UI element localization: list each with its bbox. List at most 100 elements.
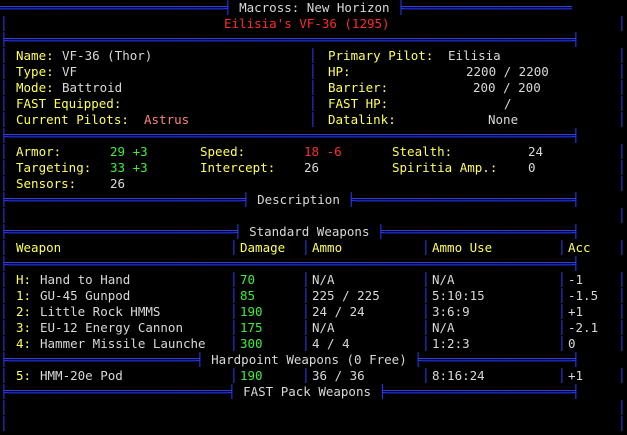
weapon-row[interactable]: │ H: Hand to Hand │ 70 │ N/A │ N/A │ -1 │ <box>0 272 627 288</box>
hp-label: HP: <box>328 64 351 79</box>
weapon-hotkey[interactable]: H: <box>16 272 31 288</box>
weapons-table-header: │ Weapon │ Damage │ Ammo │ Ammo Use │ Ac… <box>0 240 626 255</box>
weapon-ammo-use: N/A <box>432 272 455 287</box>
targeting-label: Targeting: <box>16 160 92 175</box>
weapon-damage: 190 <box>240 368 263 383</box>
name-label: Name: <box>16 48 54 63</box>
sensors-label: Sensors: <box>16 176 77 191</box>
weapon-accuracy: -1.5 <box>568 288 599 303</box>
mode-value: Battroid <box>62 80 123 95</box>
weapon-accuracy: 0 <box>568 336 576 351</box>
weapon-damage: 70 <box>240 272 256 287</box>
weapon-hotkey[interactable]: 5: <box>16 368 31 384</box>
weapon-ammo: N/A <box>312 320 335 335</box>
weapon-ammo-use: N/A <box>432 320 455 335</box>
datalink-value: None <box>488 112 519 127</box>
weapon-ammo: 4 / 4 <box>312 336 350 351</box>
weapon-name: EU-12 Energy Cannon <box>40 320 183 335</box>
stats-row-2: │ Targeting: 33 +3 Intercept: 26 Spiriti… <box>0 160 626 175</box>
weapon-row[interactable]: │ 4: Hammer Missile Launche │ 300 │ 4 / 4 │ 1:2:… <box>0 336 627 352</box>
weapon-name: Little Rock HMMS <box>40 304 161 319</box>
standard-weapons-header: Standard Weapons <box>249 224 370 239</box>
info-row-type: │ Type: VF │ HP: 2200 / 2200 │ <box>0 64 626 79</box>
info-row-fast: │ FAST Equipped: │ FAST HP: / │ <box>0 96 626 111</box>
col-weapon: Weapon <box>16 240 62 255</box>
weapon-row[interactable]: │ 3: EU-12 Energy Cannon │ 175 │ N/A │ N/A │ -2.1 │ <box>0 320 627 336</box>
separator: ╞═══════════════════════════════════════… <box>0 128 580 143</box>
speed-value: 18 -6 <box>304 144 342 159</box>
blank-row: │ │ <box>0 400 626 415</box>
weapon-hotkey[interactable]: 4: <box>16 336 31 352</box>
hardpoint-weapons-header: Hardpoint Weapons (0 Free) <box>211 352 407 367</box>
weapon-name: Hand to Hand <box>40 272 131 287</box>
weapon-ammo: 24 / 24 <box>312 304 365 319</box>
datalink-label: Datalink: <box>328 112 396 127</box>
fast-pack-weapons-header: FAST Pack Weapons <box>243 384 371 399</box>
weapon-damage: 175 <box>240 320 263 335</box>
fast-hp-value: / <box>504 96 512 111</box>
weapon-damage: 190 <box>240 304 263 319</box>
intercept-value: 26 <box>304 160 320 175</box>
info-row-mode: │ Mode: Battroid │ Barrier: 200 / 200 │ <box>0 80 626 95</box>
standard-weapons-separator: ╞═══════════════════════════════════════… <box>0 224 579 240</box>
weapon-ammo-use: 5:10:15 <box>432 288 485 303</box>
game-title: Macross: New Horizon <box>239 0 390 15</box>
weapon-ammo: 225 / 225 <box>312 288 380 303</box>
hp-value: 2200 / 2200 <box>466 64 549 79</box>
mech-title: Eilisia's VF-36 (1295) <box>224 16 390 31</box>
weapon-accuracy: +1 <box>568 304 584 319</box>
weapon-ammo: 36 / 36 <box>312 368 365 383</box>
targeting-value: 33 +3 <box>110 160 148 175</box>
weapon-damage: 85 <box>240 288 256 303</box>
info-row-name: │ Name: VF-36 (Thor) │ Primary Pilot: Ei… <box>0 48 626 63</box>
separator: ╞═══════════════════════════════════════… <box>0 256 580 271</box>
stats-row-1: │ Armor: 29 +3 Speed: 18 -6 Stealth: 24 … <box>0 144 626 159</box>
weapon-name: HMM-20e Pod <box>40 368 123 383</box>
top-border: ════════════════════════════════════════… <box>0 0 572 16</box>
weapon-name: Hammer Missile Launche <box>40 336 206 351</box>
col-ammo: Ammo <box>312 240 343 255</box>
weapon-ammo: N/A <box>312 272 335 287</box>
barrier-value: 200 / 200 <box>473 80 541 95</box>
weapon-accuracy: -2.1 <box>568 320 599 335</box>
description-header[interactable]: Description <box>257 192 340 207</box>
barrier-label: Barrier: <box>328 80 389 95</box>
weapon-row[interactable]: │ 2: Little Rock HMMS │ 190 │ 24 / 24 │ 3:6:9 │ +1… <box>0 304 627 320</box>
current-pilots-value: Astrus <box>144 112 190 127</box>
armor-value: 29 +3 <box>110 144 148 159</box>
weapon-row[interactable]: │ 1: GU-45 Gunpod │ 85 │ 225 / 225 │ 5:10:15 │ -1.… <box>0 288 627 304</box>
current-pilots-label: Current Pilots: <box>16 112 129 127</box>
weapon-ammo-use: 8:16:24 <box>432 368 485 383</box>
stealth-label: Stealth: <box>392 144 453 159</box>
fast-hp-label: FAST HP: <box>328 96 389 111</box>
mech-title-row: │ Eilisia's VF-36 (1295) │ <box>0 16 626 31</box>
mode-label: Mode: <box>16 80 54 95</box>
col-ammo-use: Ammo Use <box>432 240 493 255</box>
fast-equipped-label: FAST Equipped: <box>16 96 122 111</box>
weapon-hotkey[interactable]: 1: <box>16 288 31 304</box>
hardpoint-weapons-separator: ╞═══════════════════════════════════════… <box>0 352 579 368</box>
type-label: Type: <box>16 64 54 79</box>
primary-pilot-label: Primary Pilot: <box>328 48 434 63</box>
col-damage: Damage <box>240 240 286 255</box>
weapon-ammo-use: 1:2:3 <box>432 336 470 351</box>
type-value: VF <box>62 64 78 79</box>
fast-pack-weapons-separator: ╞═══════════════════════════════════════… <box>0 384 579 400</box>
spiritia-amp-value: 0 <box>528 160 536 175</box>
intercept-label: Intercept: <box>200 160 276 175</box>
weapon-row[interactable]: │ 5: HMM-20e Pod │ 190 │ 36 / 36 │ 8:16:24 │ +1 │ <box>0 368 627 384</box>
stealth-value: 24 <box>528 144 544 159</box>
weapon-hotkey[interactable]: 3: <box>16 320 31 336</box>
speed-label: Speed: <box>200 144 246 159</box>
separator: ╞═══════════════════════════════════════… <box>0 32 580 47</box>
weapon-damage: 300 <box>240 336 263 351</box>
name-value: VF-36 (Thor) <box>62 48 153 63</box>
info-row-pilots: │ Current Pilots: Astrus │ Datalink: Non… <box>0 112 626 127</box>
stats-row-3: │ Sensors: 26 │ <box>0 176 626 191</box>
description-separator: ╞═══════════════════════════════════════… <box>0 192 579 208</box>
weapon-accuracy: +1 <box>568 368 584 383</box>
spiritia-amp-label: Spiritia Amp.: <box>392 160 498 175</box>
weapon-hotkey[interactable]: 2: <box>16 304 31 320</box>
weapon-name: GU-45 Gunpod <box>40 288 131 303</box>
armor-label: Armor: <box>16 144 62 159</box>
